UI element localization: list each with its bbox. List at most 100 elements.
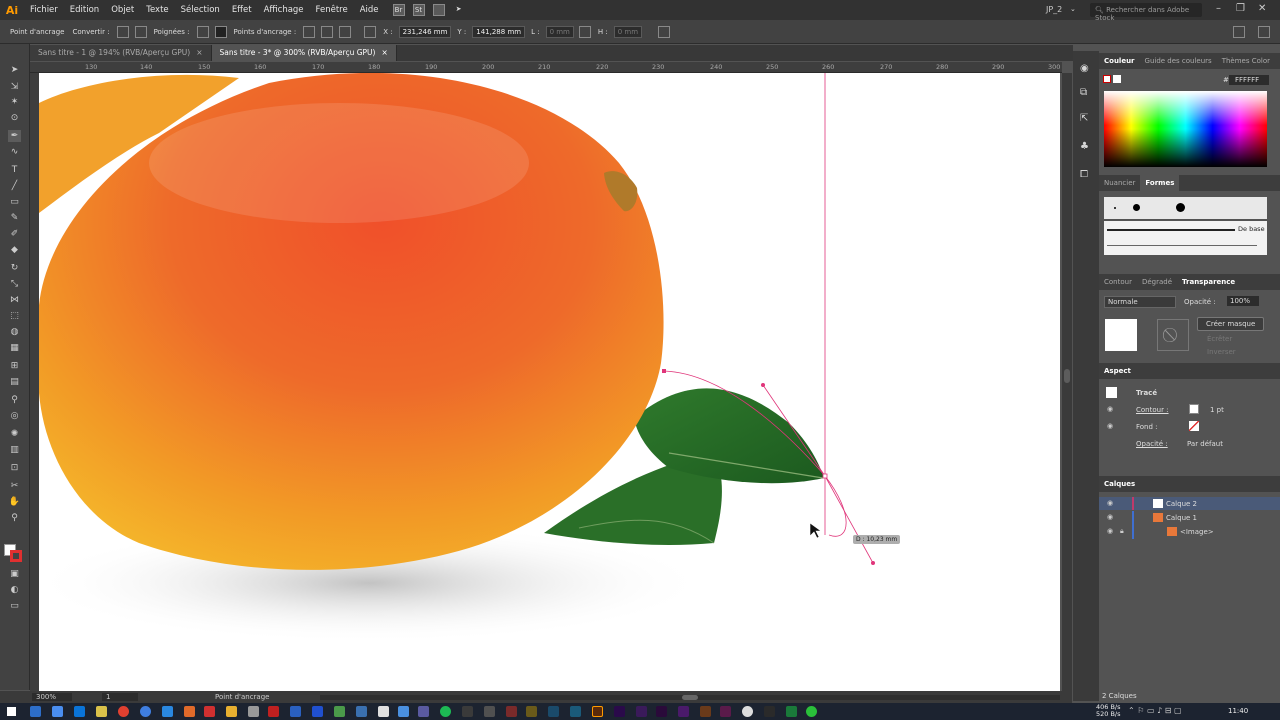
artboards-icon[interactable]: ⧠ xyxy=(1080,169,1088,180)
fill-swatch[interactable] xyxy=(1103,75,1111,83)
y-field[interactable]: 141,288 mm xyxy=(472,25,526,38)
taskbar-app-icon[interactable] xyxy=(656,706,667,717)
lasso-tool-icon[interactable]: ⊙ xyxy=(8,112,21,124)
artboard-canvas[interactable]: D : 10,23 mm xyxy=(39,73,1060,691)
taskbar-illustrator-icon[interactable] xyxy=(592,706,603,717)
align-icon[interactable] xyxy=(364,25,377,38)
hex-field[interactable]: FFFFFF xyxy=(1229,75,1269,85)
shaper-tool-icon[interactable]: ✐ xyxy=(8,228,21,240)
slice-tool-icon[interactable]: ✂ xyxy=(8,480,21,492)
gradient-tool-icon[interactable]: ▤ xyxy=(8,376,21,388)
menu-selection[interactable]: Sélection xyxy=(175,5,226,15)
perspective-tool-icon[interactable]: ▦ xyxy=(8,342,21,354)
transform-icon[interactable] xyxy=(658,25,671,38)
taskbar-app-icon[interactable] xyxy=(440,706,451,717)
fill-label[interactable]: Fond : xyxy=(1136,423,1158,431)
tab-document-1[interactable]: Sans titre - 1 @ 194% (RVB/Aperçu GPU) × xyxy=(30,45,212,61)
line-tool-icon[interactable]: ╱ xyxy=(8,180,21,192)
blend-mode-select[interactable]: Normale xyxy=(1104,296,1176,308)
brush-dot[interactable] xyxy=(1176,203,1185,212)
opacity-field[interactable]: 100% xyxy=(1227,296,1259,306)
vertical-scrollbar[interactable] xyxy=(1062,73,1072,691)
taskbar-app-icon[interactable] xyxy=(614,706,625,717)
color-mode-icon[interactable]: ▣ xyxy=(8,568,21,580)
taskbar-app-icon[interactable] xyxy=(248,706,259,717)
curvature-tool-icon[interactable]: ∿ xyxy=(8,146,21,158)
free-transform-tool-icon[interactable]: ⬚ xyxy=(8,310,21,322)
handle-point[interactable] xyxy=(761,383,765,387)
taskbar-app-icon[interactable] xyxy=(418,706,429,717)
minimize-icon[interactable]: – xyxy=(1216,3,1221,14)
close-icon[interactable]: ✕ xyxy=(1258,3,1266,14)
stroke-swatch[interactable] xyxy=(10,550,22,562)
menu-objet[interactable]: Objet xyxy=(105,5,140,15)
taskbar-app-icon[interactable] xyxy=(806,706,817,717)
close-icon[interactable]: × xyxy=(196,48,202,57)
layer-row-calque-1[interactable]: ◉ Calque 1 xyxy=(1099,511,1280,539)
taskbar-app-icon[interactable] xyxy=(506,706,517,717)
rectangle-tool-icon[interactable]: ▭ xyxy=(8,196,21,208)
join-icon[interactable] xyxy=(339,25,352,38)
eye-icon[interactable]: ◉ xyxy=(1107,499,1113,507)
selection-tool-icon[interactable]: ➤ xyxy=(8,64,21,76)
eraser-tool-icon[interactable]: ◆ xyxy=(8,244,21,256)
brush-dot[interactable] xyxy=(1114,207,1116,209)
show-handles-icon[interactable] xyxy=(196,25,209,38)
close-icon[interactable]: × xyxy=(381,48,387,57)
chevron-down-icon[interactable]: ⌄ xyxy=(1070,5,1076,13)
tab-contour[interactable]: Contour xyxy=(1099,278,1137,286)
menu-texte[interactable]: Texte xyxy=(140,5,174,15)
x-field[interactable]: 231,246 mm xyxy=(398,25,452,38)
start-icon[interactable] xyxy=(7,707,16,716)
taskbar-app-icon[interactable] xyxy=(398,706,409,717)
artboard-field[interactable]: 1 xyxy=(102,693,138,701)
anchor-point[interactable] xyxy=(822,473,828,479)
tab-couleur[interactable]: Couleur xyxy=(1099,57,1140,65)
restore-icon[interactable]: ❐ xyxy=(1236,3,1245,14)
taskbar-app-icon[interactable] xyxy=(74,706,85,717)
invert-checkbox[interactable]: Inverser xyxy=(1207,348,1236,356)
taskbar-app-icon[interactable] xyxy=(184,706,195,717)
tray-icons[interactable]: ⌃ ⚐ ▭ ♪ ⊟ ▢ xyxy=(1128,706,1182,715)
tab-themes-color[interactable]: Thèmes Color xyxy=(1217,57,1275,65)
menu-effet[interactable]: Effet xyxy=(226,5,258,15)
taskbar-app-icon[interactable] xyxy=(636,706,647,717)
tab-degrade[interactable]: Dégradé xyxy=(1137,278,1177,286)
brush-stroke[interactable] xyxy=(1107,229,1235,231)
scale-tool-icon[interactable]: ⤡ xyxy=(8,278,21,290)
layer-name[interactable]: Calque 2 xyxy=(1166,500,1197,508)
mesh-tool-icon[interactable]: ⊞ xyxy=(8,360,21,372)
taskbar-app-icon[interactable] xyxy=(204,706,215,717)
pen-tool-icon[interactable]: ✒ xyxy=(8,130,21,142)
menu-aide[interactable]: Aide xyxy=(354,5,385,15)
menu-fichier[interactable]: Fichier xyxy=(24,5,64,15)
h-field[interactable]: 0 mm xyxy=(613,25,643,38)
hand-tool-icon[interactable]: ✋ xyxy=(8,496,21,508)
taskbar-app-icon[interactable] xyxy=(312,706,323,717)
taskbar-app-icon[interactable] xyxy=(526,706,537,717)
taskbar-app-icon[interactable] xyxy=(678,706,689,717)
taskbar-app-icon[interactable] xyxy=(462,706,473,717)
symbol-sprayer-tool-icon[interactable]: ✺ xyxy=(8,428,21,440)
tab-transparence[interactable]: Transparence xyxy=(1177,278,1240,286)
eye-icon[interactable]: ◉ xyxy=(1107,422,1113,430)
taskbar-app-icon[interactable] xyxy=(96,706,107,717)
type-tool-icon[interactable]: T xyxy=(8,164,21,176)
taskbar-app-icon[interactable] xyxy=(30,706,41,717)
taskbar-app-icon[interactable] xyxy=(742,706,753,717)
taskbar-app-icon[interactable] xyxy=(268,706,279,717)
panel-menu-icon[interactable] xyxy=(1233,26,1245,38)
layer-row-calque-2[interactable]: ◉ Calque 2 xyxy=(1099,497,1280,510)
eye-icon[interactable]: ◉ xyxy=(1107,405,1113,413)
taskbar-app-icon[interactable] xyxy=(162,706,173,717)
vertical-ruler[interactable] xyxy=(30,73,39,691)
remove-anchor-icon[interactable] xyxy=(303,25,316,38)
horizontal-scrollbar[interactable] xyxy=(320,695,1060,700)
taskbar-app-icon[interactable] xyxy=(570,706,581,717)
send-icon[interactable]: ➤ xyxy=(453,4,465,16)
width-tool-icon[interactable]: ⋈ xyxy=(8,294,21,306)
layout-grid-icon[interactable] xyxy=(432,4,445,16)
eye-icon[interactable]: ◉ xyxy=(1107,513,1113,521)
create-mask-button[interactable]: Créer masque xyxy=(1197,317,1265,331)
taskbar-app-icon[interactable] xyxy=(140,706,151,717)
